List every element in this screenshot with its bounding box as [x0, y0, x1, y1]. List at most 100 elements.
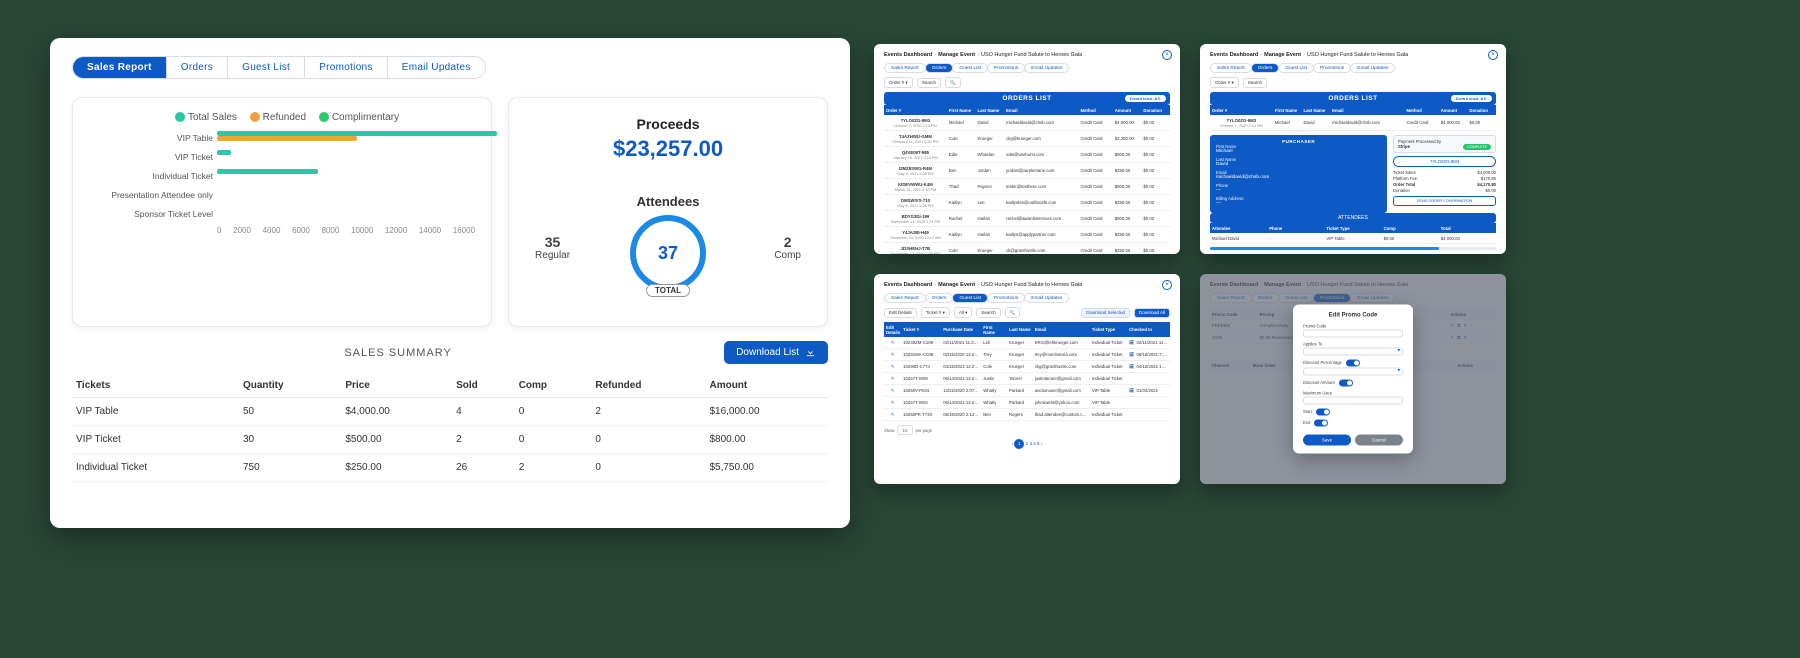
close-icon[interactable]: × [1162, 50, 1172, 60]
max-uses-label: Maximum Uses [1303, 391, 1403, 396]
guest-list-thumb: Events Dashboard›Manage Event›USO Hunger… [874, 274, 1180, 484]
tab-promotions[interactable]: Promotions [1313, 63, 1351, 73]
breadcrumb: Events Dashboard›Manage Event›USO Hunger… [884, 52, 1170, 58]
tab-orders[interactable]: Orders [1251, 63, 1280, 73]
search-input[interactable]: Search [1243, 78, 1267, 88]
swatch-comp-icon [319, 112, 329, 122]
attendees-total: 37 [658, 243, 678, 264]
download-selected-button[interactable]: Download Selected [1081, 308, 1130, 318]
search-button[interactable]: 🔍 [945, 77, 961, 88]
sales-report-card: Sales Report Orders Guest List Promotion… [50, 38, 850, 528]
sales-summary-title: SALES SUMMARY [72, 347, 724, 359]
tab-sales-report[interactable]: Sales Report [884, 63, 926, 73]
tab-email-updates[interactable]: Email Updates [1024, 63, 1069, 73]
discount-pct-input[interactable]: ▾ [1303, 368, 1403, 376]
download-all-button[interactable]: Download All [1451, 95, 1492, 102]
orders-list-thumb: Events Dashboard›Manage Event›USO Hunger… [874, 44, 1180, 254]
tab-guest-list[interactable]: Guest List [228, 57, 305, 78]
chart-legend: Total Sales Refunded Complimentary [89, 112, 475, 123]
attendees-header: ATTENDEES [1210, 213, 1496, 223]
pagination[interactable]: ‹ 1 2 3 4 5 › [884, 439, 1170, 449]
legend-comp: Complimentary [332, 112, 399, 123]
proceeds-value: $23,257.00 [525, 136, 811, 162]
cancel-button[interactable]: Cancel [1355, 435, 1403, 446]
filter-edit-details[interactable]: Edit Details [884, 308, 917, 318]
report-tabs: Sales Report Orders Guest List Promotion… [72, 56, 486, 79]
attendees-total-pill: TOTAL [646, 284, 690, 297]
order-filter[interactable]: Order # ▾ [1210, 77, 1239, 88]
tab-email-updates[interactable]: Email Updates [1024, 293, 1069, 303]
promo-code-label: Promo Code [1303, 324, 1403, 329]
applies-to-select[interactable]: ▾ [1303, 348, 1403, 356]
order-summary-panel: Payment Processed byStripe COMPLETE 7YLO… [1393, 135, 1496, 206]
guest-list-table: Edit DetailsTicket #Purchase DateFirst N… [884, 322, 1170, 421]
discount-amt-toggle[interactable] [1339, 380, 1353, 387]
order-filter[interactable]: Order # ▾ [884, 77, 913, 88]
close-icon[interactable]: × [1488, 50, 1498, 60]
end-toggle[interactable] [1314, 420, 1328, 427]
tab-email-updates[interactable]: Email Updates [388, 57, 485, 78]
proceeds-label: Proceeds [525, 116, 811, 132]
end-label: End [1303, 420, 1310, 425]
mini-tabs: Sales Report Orders Guest List Promotion… [884, 63, 1170, 73]
download-list-button[interactable]: Download List [724, 341, 828, 364]
save-button[interactable]: Save [1303, 435, 1351, 446]
legend-refunded: Refunded [263, 112, 306, 123]
orders-table: Order #First NameLast NameEmailMethodAmo… [884, 105, 1170, 254]
orders-list-header: ORDERS LIST Download All [884, 92, 1170, 105]
tab-orders[interactable]: Orders [925, 63, 954, 73]
tab-email-updates[interactable]: Email Updates [1350, 63, 1395, 73]
tab-guest-list[interactable]: Guest List [1278, 63, 1314, 73]
swatch-refunded-icon [250, 112, 260, 122]
max-uses-input[interactable] [1303, 397, 1403, 405]
download-all-button[interactable]: Download All [1125, 95, 1166, 102]
tab-guest-list[interactable]: Guest List [952, 63, 988, 73]
promo-code-input[interactable] [1303, 330, 1403, 338]
tab-promotions[interactable]: Promotions [987, 63, 1025, 73]
proceeds-panel: Proceeds $23,257.00 Attendees 35 Regular… [508, 97, 828, 327]
promotions-thumb: Events Dashboard›Manage Event›USO Hunger… [1200, 274, 1506, 484]
edit-promo-modal: Edit Promo Code Promo Code Applies To ▾ … [1293, 305, 1413, 454]
attendees-gauge: 37 TOTAL [630, 215, 706, 291]
tab-orders[interactable]: Orders [925, 293, 954, 303]
search-button[interactable]: 🔍 [1005, 307, 1021, 318]
swatch-total-icon [175, 112, 185, 122]
purchaser-panel: PURCHASER First NameMichael Last NameDav… [1210, 135, 1387, 213]
attendees-label: Attendees [525, 194, 811, 209]
legend-total: Total Sales [188, 112, 237, 123]
download-all-button[interactable]: Download All [1134, 308, 1170, 318]
attendees-regular: 35 Regular [535, 234, 570, 261]
attendees-comp: 2 Comp [774, 234, 801, 261]
search-input[interactable]: Search [976, 308, 1000, 318]
close-icon[interactable]: × [1162, 280, 1172, 290]
start-toggle[interactable] [1316, 409, 1330, 416]
search-input[interactable]: Search [917, 78, 941, 88]
sales-chart: VIP TableVIP TicketIndividual TicketPres… [89, 131, 475, 222]
start-label: Start [1303, 409, 1312, 414]
filter-ticket-no[interactable]: Ticket # ▾ [921, 307, 950, 318]
tab-promotions[interactable]: Promotions [987, 293, 1025, 303]
filter-all[interactable]: All ▾ [954, 307, 973, 318]
tab-promotions[interactable]: Promotions [305, 57, 388, 78]
status-badge: COMPLETE [1463, 144, 1491, 150]
sales-summary-table: TicketsQuantityPriceSoldCompRefundedAmou… [72, 374, 828, 482]
discount-pct-toggle[interactable] [1346, 360, 1360, 367]
tab-sales-report[interactable]: Sales Report [1210, 63, 1252, 73]
tab-guest-list[interactable]: Guest List [952, 293, 988, 303]
applies-to-label: Applies To [1303, 342, 1403, 347]
modal-title: Edit Promo Code [1303, 313, 1403, 319]
send-confirmation-button[interactable]: SEND ORDER CONFIRMATION [1393, 196, 1496, 206]
tab-orders[interactable]: Orders [167, 57, 228, 78]
orders-table: Order #First NameLast NameEmailMethodAmo… [1210, 105, 1496, 131]
tab-sales-report[interactable]: Sales Report [884, 293, 926, 303]
discount-pct-label: Discount Percentage [1303, 360, 1342, 365]
attendees-table: AttendeePhoneTicket TypeCompTotal Michae… [1210, 223, 1496, 244]
orders-list-header: ORDERS LIST [1328, 95, 1377, 102]
discount-amt-label: Discount Amount [1303, 380, 1335, 385]
download-icon [805, 347, 816, 358]
chart-x-axis: 0200040006000800010000120001400016000 [89, 226, 475, 235]
tab-sales-report[interactable]: Sales Report [73, 57, 167, 78]
attendee-progress [1210, 247, 1496, 250]
order-id-pill: 7YLO0ZG-9M3 [1393, 156, 1496, 167]
order-detail-thumb: Events Dashboard›Manage Event›USO Hunger… [1200, 44, 1506, 254]
